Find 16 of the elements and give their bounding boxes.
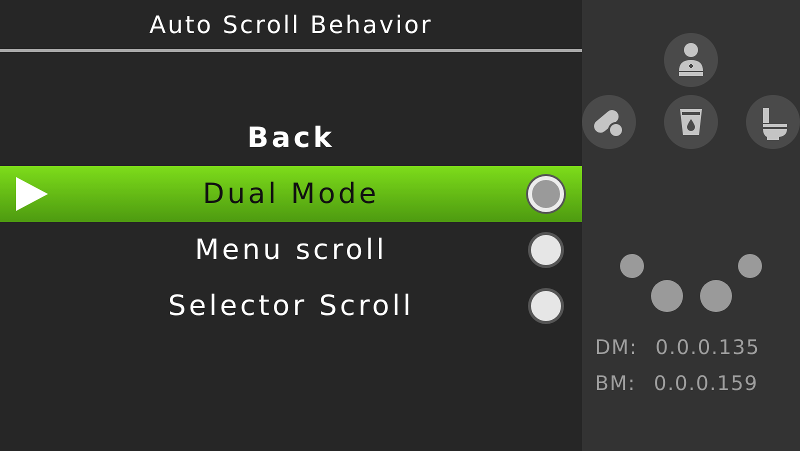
pills-icon[interactable] (582, 95, 636, 149)
back-item[interactable]: Back (247, 110, 335, 166)
version-label: BM: (595, 370, 636, 397)
menu-option[interactable]: Menu scroll (0, 222, 582, 278)
version-number: 0.0.0.135 (655, 334, 760, 361)
radio-button[interactable] (528, 232, 564, 268)
radio-button[interactable] (528, 288, 564, 324)
menu-option[interactable]: Selector Scroll (0, 278, 582, 334)
version-label: DM: (595, 334, 638, 361)
pointer-arrow-icon (16, 177, 48, 211)
water-glass-icon[interactable] (664, 95, 718, 149)
screen-title: Auto Scroll Behavior (149, 10, 433, 40)
nurse-icon[interactable] (664, 33, 718, 87)
version-number: 0.0.0.159 (654, 370, 758, 397)
menu-option[interactable]: Dual Mode (0, 166, 582, 222)
toilet-icon[interactable] (746, 95, 800, 149)
